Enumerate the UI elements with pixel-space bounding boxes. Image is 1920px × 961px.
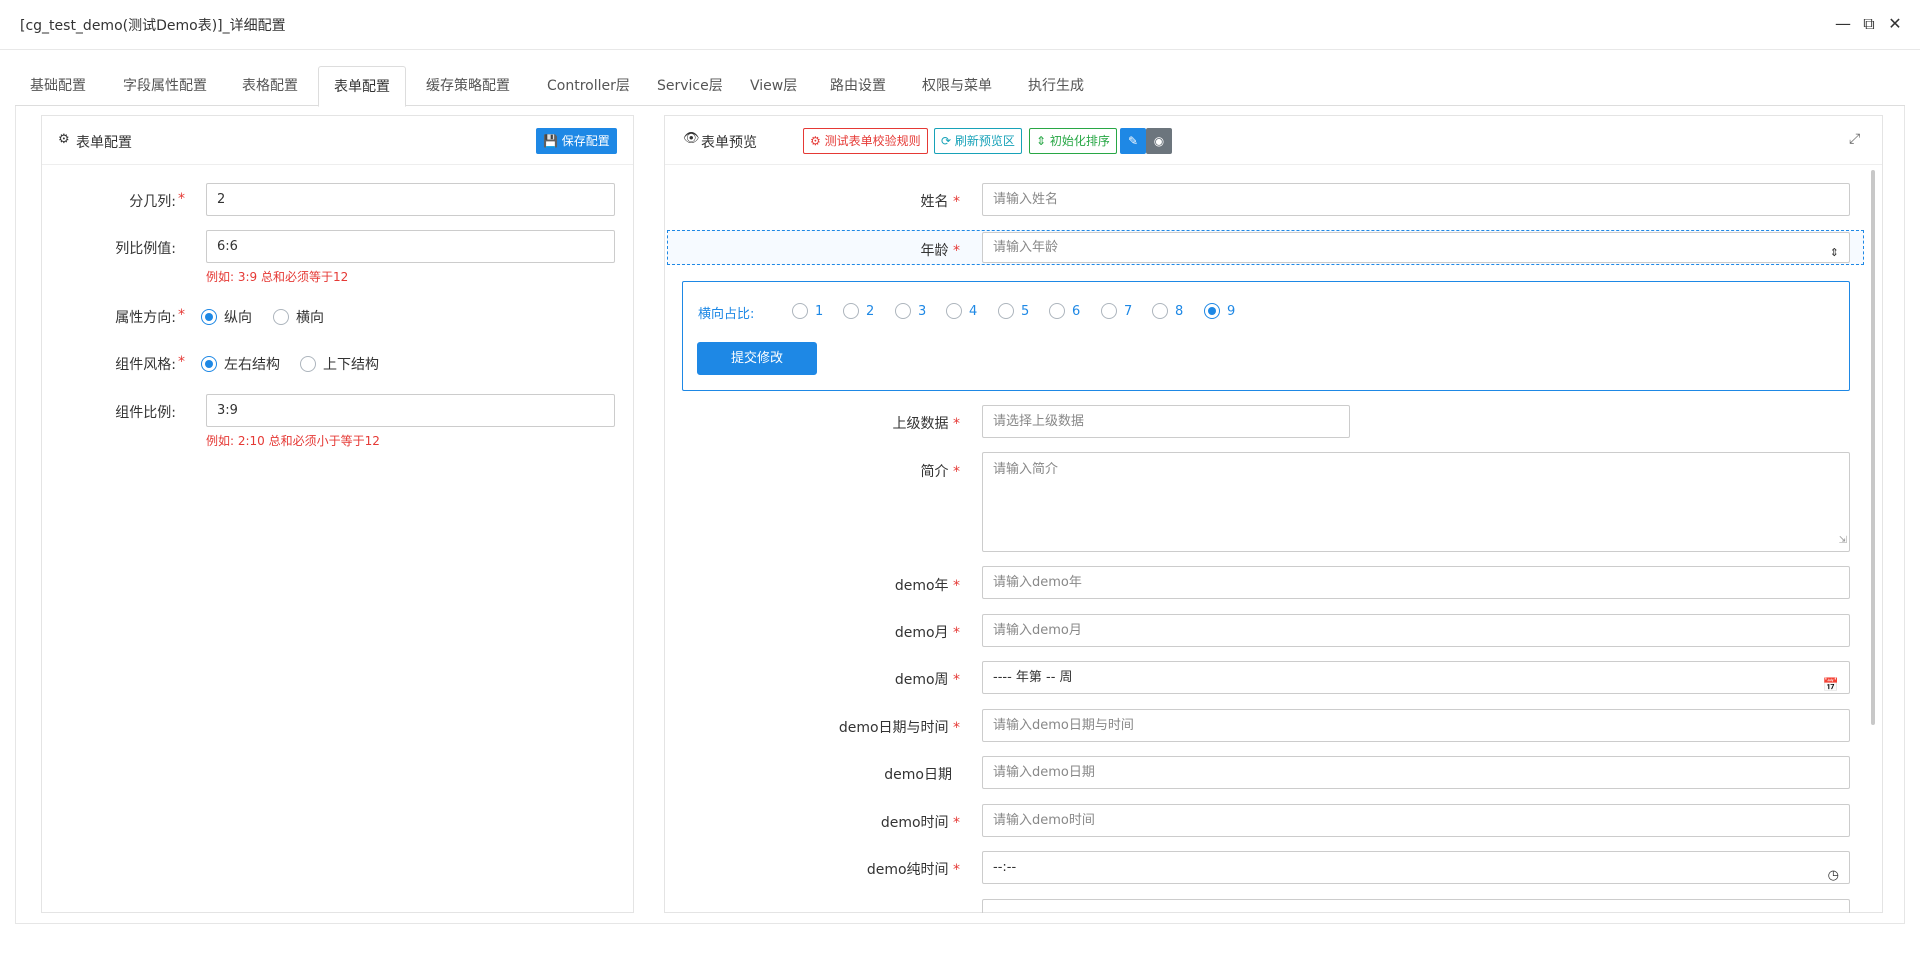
partial-select-input[interactable] xyxy=(982,899,1850,913)
radio-dot xyxy=(300,356,316,372)
tab-permission[interactable]: 权限与菜单 xyxy=(907,66,1007,107)
columns-label: 分几列: xyxy=(129,194,176,210)
field-label: 上级数据 * xyxy=(892,416,960,432)
ratio-radio-3[interactable]: 3 xyxy=(895,303,926,319)
intro-textarea[interactable]: 请输入简介 ⇲ xyxy=(982,452,1850,552)
radio-dot xyxy=(201,356,217,372)
refresh-preview-button[interactable]: ⟳ 刷新预览区 xyxy=(934,128,1022,154)
refresh-icon: ⟳ xyxy=(941,134,952,148)
required-mark: * xyxy=(178,307,185,323)
test-validation-button[interactable]: ⚙ 测试表单校验规则 xyxy=(803,128,928,154)
calendar-icon[interactable]: 📅 xyxy=(1823,670,1839,701)
direction-label: 属性方向: xyxy=(115,310,176,326)
tab-route[interactable]: 路由设置 xyxy=(815,66,901,107)
save-icon: 💾 xyxy=(543,134,558,148)
ratio-hint: 例如: 3:9 总和必须等于12 xyxy=(206,270,349,284)
edit-icon: ✎ xyxy=(1127,134,1139,148)
form-preview-title: 表单预览 xyxy=(701,135,757,151)
field-label: demo年 * xyxy=(894,578,960,594)
tab-basic[interactable]: 基础配置 xyxy=(15,66,101,107)
gears-icon: ⚙ xyxy=(58,132,70,147)
demo-time-input[interactable]: 请输入demo时间 xyxy=(982,804,1850,837)
field-edit-box xyxy=(682,281,1850,391)
tab-controller[interactable]: Controller层 xyxy=(532,66,645,107)
tab-view[interactable]: View层 xyxy=(735,66,812,107)
field-label: 姓名 * xyxy=(920,194,960,210)
ratio-radio-9[interactable]: 9 xyxy=(1204,303,1235,319)
demo-datetime-input[interactable]: 请输入demo日期与时间 xyxy=(982,709,1850,742)
gear-icon: ⚙ xyxy=(810,134,821,148)
comp-ratio-label: 组件比例: xyxy=(115,405,176,421)
init-sort-button[interactable]: ⇕ 初始化排序 xyxy=(1029,128,1117,154)
clock-icon[interactable]: ◷ xyxy=(1828,860,1839,891)
demo-year-input[interactable]: 请输入demo年 xyxy=(982,566,1850,599)
eye-icon: ◉ xyxy=(1153,134,1165,148)
tab-cache[interactable]: 缓存策略配置 xyxy=(411,66,525,107)
eye-icon: 👁 xyxy=(683,131,700,146)
ratio-label: 列比例值: xyxy=(115,241,176,257)
comp-ratio-input[interactable]: 3:9 xyxy=(206,394,615,427)
parent-select-input[interactable]: 请选择上级数据 xyxy=(982,405,1350,438)
window-title: [cg_test_demo(测试Demo表)]_详细配置 xyxy=(20,18,286,34)
required-mark: * xyxy=(178,354,185,370)
stepper-icon[interactable]: ⇕ xyxy=(1830,238,1839,267)
save-config-button[interactable]: 💾 保存配置 xyxy=(536,128,617,154)
submit-change-button[interactable]: 提交修改 xyxy=(697,342,817,375)
tab-form[interactable]: 表单配置 xyxy=(318,66,406,107)
tab-service[interactable]: Service层 xyxy=(642,66,738,107)
sort-icon: ⇕ xyxy=(1036,134,1047,148)
required-mark: * xyxy=(178,191,185,207)
demo-date-input[interactable]: 请输入demo日期 xyxy=(982,756,1850,789)
comp-ratio-hint: 例如: 2:10 总和必须小于等于12 xyxy=(206,434,380,448)
style-lr-radio[interactable]: 左右结构 xyxy=(201,354,280,374)
width-ratio-label: 横向占比: xyxy=(698,307,755,322)
preview-mode-button[interactable]: ◉ xyxy=(1146,128,1172,154)
field-label: demo纯时间 * xyxy=(866,862,960,878)
demo-week-input[interactable]: ---- 年第 -- 周 📅 xyxy=(982,661,1850,694)
demo-pure-time-input[interactable]: --:-- ◷ xyxy=(982,851,1850,884)
form-config-title: 表单配置 xyxy=(76,135,132,151)
ratio-radio-7[interactable]: 7 xyxy=(1101,303,1132,319)
minimize-icon[interactable]: — xyxy=(1833,14,1853,34)
ratio-radio-1[interactable]: 1 xyxy=(792,303,823,319)
field-label: 简介 * xyxy=(920,464,960,480)
field-label: demo月 * xyxy=(894,625,960,641)
tab-table[interactable]: 表格配置 xyxy=(227,66,313,107)
style-tb-radio[interactable]: 上下结构 xyxy=(300,354,379,374)
demo-month-input[interactable]: 请输入demo月 xyxy=(982,614,1850,647)
resize-handle-icon[interactable]: ⇲ xyxy=(1839,531,1847,551)
name-input[interactable]: 请输入姓名 xyxy=(982,183,1850,216)
style-label: 组件风格: xyxy=(115,357,176,373)
preview-scrollbar[interactable] xyxy=(1871,170,1875,725)
ratio-radio-2[interactable]: 2 xyxy=(843,303,874,319)
ratio-radio-8[interactable]: 8 xyxy=(1152,303,1183,319)
ratio-input[interactable]: 6:6 xyxy=(206,230,615,263)
field-label: demo周 * xyxy=(894,672,960,688)
radio-dot xyxy=(201,309,217,325)
fullscreen-icon[interactable]: ⤢ xyxy=(1849,131,1860,147)
config-tabs: 基础配置 字段属性配置 表格配置 表单配置 缓存策略配置 Controller层… xyxy=(15,66,1905,107)
tab-generate[interactable]: 执行生成 xyxy=(1013,66,1099,107)
form-preview-header: 👁 表单预览 ⚙ 测试表单校验规则 ⟳ 刷新预览区 ⇕ 初始化排序 ✎ ◉ ⤢ xyxy=(665,116,1882,165)
ratio-radio-4[interactable]: 4 xyxy=(946,303,977,319)
field-label: 年龄 * xyxy=(920,243,960,259)
close-icon[interactable]: ✕ xyxy=(1885,14,1905,34)
columns-input[interactable]: 2 xyxy=(206,183,615,216)
edit-mode-button[interactable]: ✎ xyxy=(1120,128,1146,154)
direction-vertical-radio[interactable]: 纵向 xyxy=(201,307,252,327)
window-titlebar: [cg_test_demo(测试Demo表)]_详细配置 — ⧉ ✕ xyxy=(0,0,1920,50)
tab-field-props[interactable]: 字段属性配置 xyxy=(108,66,222,107)
field-label: demo日期 xyxy=(884,767,952,783)
field-label: demo时间 * xyxy=(880,815,960,831)
ratio-radio-5[interactable]: 5 xyxy=(998,303,1029,319)
field-label: demo日期与时间 * xyxy=(838,720,960,736)
radio-dot xyxy=(273,309,289,325)
ratio-radio-6[interactable]: 6 xyxy=(1049,303,1080,319)
age-input[interactable]: 请输入年龄 ⇕ xyxy=(982,232,1850,263)
direction-horizontal-radio[interactable]: 横向 xyxy=(273,307,324,327)
maximize-icon[interactable]: ⧉ xyxy=(1859,14,1879,34)
form-config-header: ⚙ 表单配置 💾 保存配置 xyxy=(42,116,633,165)
